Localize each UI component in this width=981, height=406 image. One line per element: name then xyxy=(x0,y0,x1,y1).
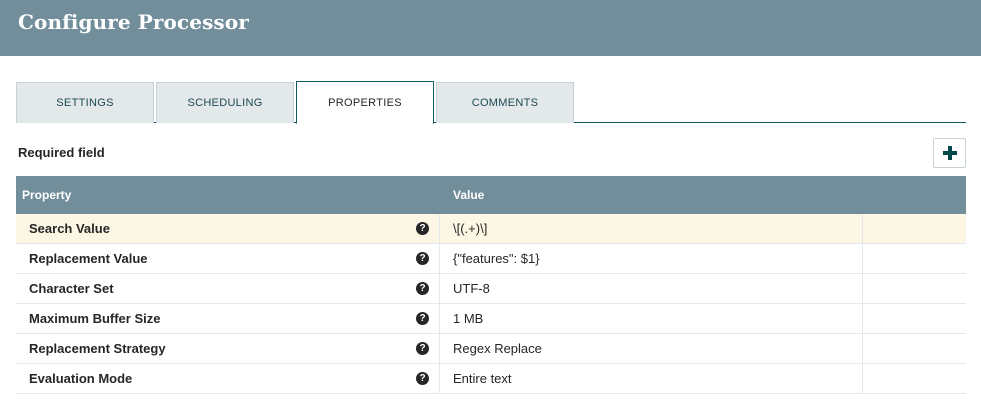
row-actions-cell xyxy=(862,364,966,394)
row-actions-cell xyxy=(862,244,966,274)
tab-settings[interactable]: SETTINGS xyxy=(16,82,154,123)
property-value[interactable]: UTF-8 xyxy=(439,274,862,304)
property-name: Replacement Strategy xyxy=(29,341,166,356)
property-name: Evaluation Mode xyxy=(29,371,133,386)
question-circle-icon[interactable]: ? xyxy=(416,372,429,385)
tab-bar: SETTINGS SCHEDULING PROPERTIES COMMENTS xyxy=(16,81,966,124)
table-row[interactable]: Replacement Value? {"features": $1} xyxy=(16,244,966,274)
property-name: Character Set xyxy=(29,281,114,296)
add-property-button[interactable] xyxy=(933,138,966,168)
question-circle-icon[interactable]: ? xyxy=(416,342,429,355)
property-value[interactable]: Regex Replace xyxy=(439,334,862,364)
table-header: Property Value xyxy=(16,176,966,214)
plus-icon xyxy=(942,146,957,160)
tab-comments[interactable]: COMMENTS xyxy=(436,82,574,123)
row-actions-cell xyxy=(862,274,966,304)
table-row[interactable]: Character Set? UTF-8 xyxy=(16,274,966,304)
property-value[interactable]: Entire text xyxy=(439,364,862,394)
property-name: Replacement Value xyxy=(29,251,148,266)
property-value[interactable]: 1 MB xyxy=(439,304,862,334)
table-row[interactable]: Evaluation Mode? Entire text xyxy=(16,364,966,394)
dialog-header: Configure Processor xyxy=(0,0,981,56)
row-actions-cell xyxy=(862,304,966,334)
dialog-title: Configure Processor xyxy=(18,10,249,34)
question-circle-icon[interactable]: ? xyxy=(416,282,429,295)
property-value[interactable]: \[(.+)\] xyxy=(439,214,862,244)
table-row[interactable]: Search Value? \[(.+)\] xyxy=(16,214,966,244)
tab-properties[interactable]: PROPERTIES xyxy=(296,81,434,124)
column-header-property[interactable]: Property xyxy=(22,176,71,214)
table-row[interactable]: Replacement Strategy? Regex Replace xyxy=(16,334,966,364)
property-value[interactable]: {"features": $1} xyxy=(439,244,862,274)
tab-scheduling[interactable]: SCHEDULING xyxy=(156,82,294,123)
question-circle-icon[interactable]: ? xyxy=(416,312,429,325)
properties-table: Property Value Search Value? \[(.+)\] Repl… xyxy=(16,176,966,394)
row-actions-cell xyxy=(862,214,966,244)
question-circle-icon[interactable]: ? xyxy=(416,222,429,235)
property-name: Maximum Buffer Size xyxy=(29,311,161,326)
question-circle-icon[interactable]: ? xyxy=(416,252,429,265)
row-actions-cell xyxy=(862,334,966,364)
property-name: Search Value xyxy=(29,221,110,236)
column-header-value[interactable]: Value xyxy=(453,176,484,214)
table-row[interactable]: Maximum Buffer Size? 1 MB xyxy=(16,304,966,334)
required-field-label: Required field xyxy=(18,145,105,160)
